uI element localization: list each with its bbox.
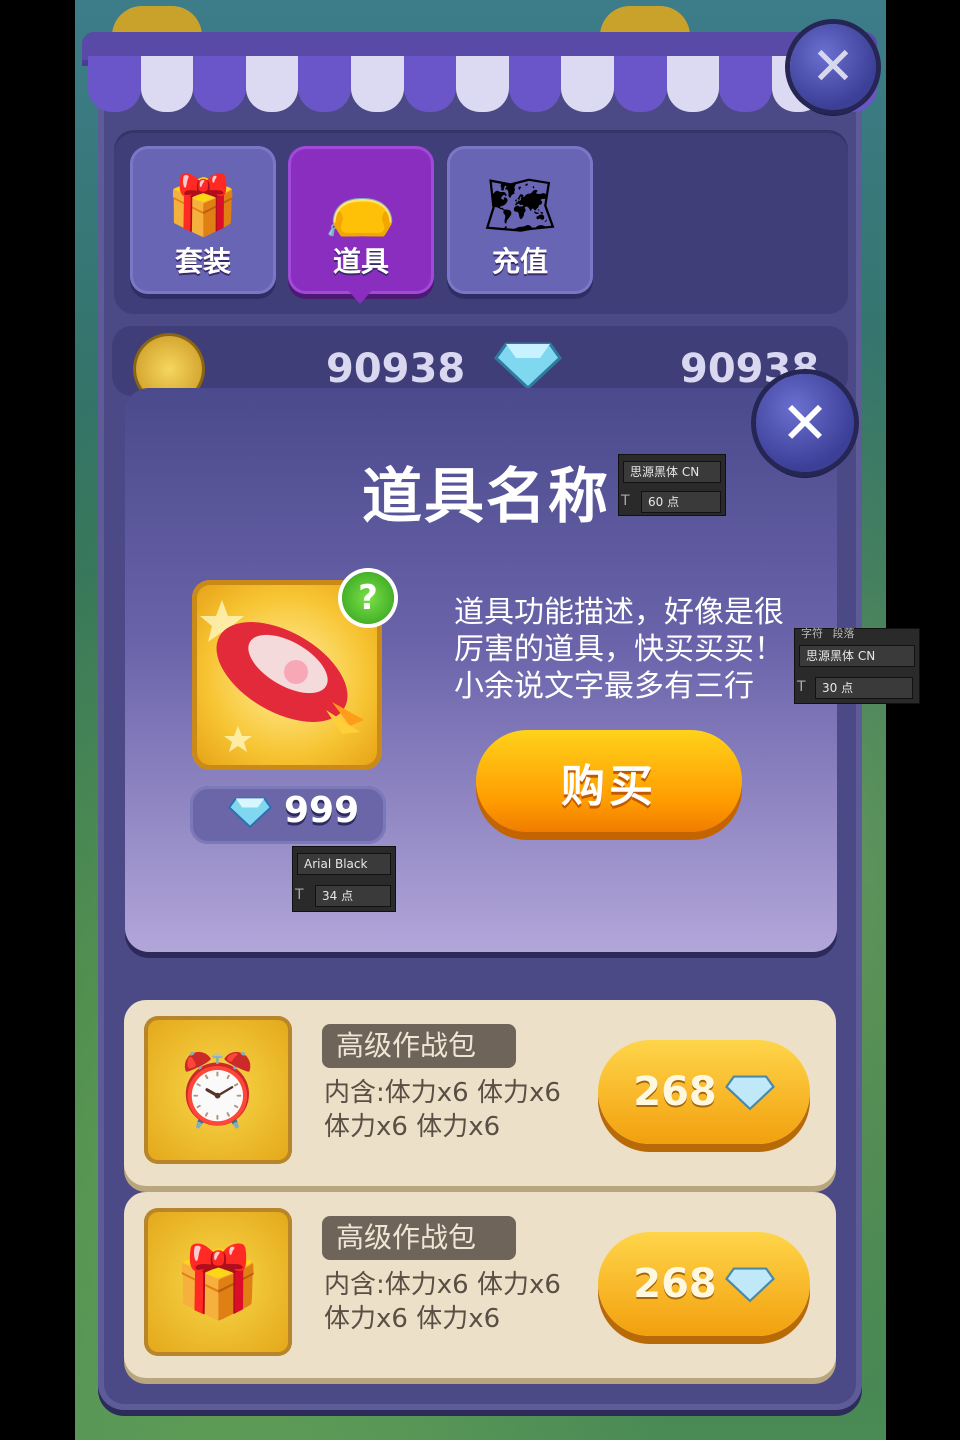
help-button[interactable]: ? [342,572,394,624]
item-description: 道具功能描述，好像是很 厉害的道具，快买买买！ 小余说文字最多有三行 [454,594,794,705]
desc-line: 道具功能描述，好像是很 [454,595,784,630]
gift-box-icon: 🎁 [144,1208,292,1356]
item-desc-line: 体力x6 体力x6 [324,1112,501,1142]
tab-bundles[interactable]: 🎁 套装 [130,146,276,294]
annotation-font: 思源黑体 CN [799,645,915,667]
item-price: 999 [284,790,360,831]
lucky-bag-icon: 👝 [324,170,398,239]
modal-title: 道具名称 [362,462,610,532]
font-annotation: Arial Black T 34 点 [292,846,396,912]
item-desc-line: 内含:体力x6 体力x6 [324,1270,561,1300]
gem-icon [228,797,272,829]
price-label: 268 [633,1261,717,1307]
item-description: 内含:体力x6 体力x6 体力x6 体力x6 [324,1268,584,1336]
buy-button[interactable]: 购买 [476,730,742,832]
gem-icon [494,342,562,390]
shop-close-button[interactable]: ✕ [790,24,876,110]
treasure-map-icon: 🗺 [483,170,557,239]
awning-stripes [88,56,877,112]
gift-box-icon: 🎁 [166,170,240,239]
tab-items[interactable]: 👝 道具 [288,146,434,294]
annotation-tab: 字符 段落 [801,625,855,641]
annotation-font: 思源黑体 CN [623,461,721,483]
annotation-size: 30 点 [815,677,913,699]
annotation-font: Arial Black [297,853,391,875]
annotation-tab-chars: 字符 [801,627,823,640]
annotation-size: 60 点 [641,491,721,513]
gem-icon [724,1267,775,1303]
clock-icon: ⏰ [144,1016,292,1164]
font-annotation: 字符 段落 思源黑体 CN T 30 点 [794,625,920,704]
close-icon: ✕ [780,389,830,457]
buy-label: 购买 [561,761,657,812]
tab-label: 套装 [174,245,231,278]
item-title: 高级作战包 [322,1024,516,1068]
desc-line: 小余说文字最多有三行 [454,669,754,704]
annotation-size: 34 点 [315,885,391,907]
annotation-tab-para: 段落 [832,627,855,640]
buy-price-button[interactable]: 268 [598,1232,810,1336]
active-tab-pointer [346,288,374,304]
desc-line: 厉害的道具，快买买买！ [454,632,784,667]
item-title: 高级作战包 [322,1216,516,1260]
shop-awning [82,32,877,112]
price-label: 268 [633,1069,717,1115]
tab-label: 道具 [332,245,389,278]
gem-icon [724,1075,775,1111]
tab-recharge[interactable]: 🗺 充值 [447,146,593,294]
item-desc-line: 内含:体力x6 体力x6 [324,1078,561,1108]
buy-price-button[interactable]: 268 [598,1040,810,1144]
coin-count: 90938 [326,346,466,392]
list-item: ⏰ 高级作战包 内含:体力x6 体力x6 体力x6 体力x6 268 [124,1000,836,1186]
modal-close-button[interactable]: ✕ [756,374,854,472]
list-item: 🎁 高级作战包 内含:体力x6 体力x6 体力x6 体力x6 268 [124,1192,836,1378]
close-icon: ✕ [811,37,855,97]
item-description: 内含:体力x6 体力x6 体力x6 体力x6 [324,1076,584,1144]
tab-label: 充值 [491,245,548,278]
font-annotation: 思源黑体 CN T 60 点 [618,454,726,516]
item-desc-line: 体力x6 体力x6 [324,1304,501,1334]
